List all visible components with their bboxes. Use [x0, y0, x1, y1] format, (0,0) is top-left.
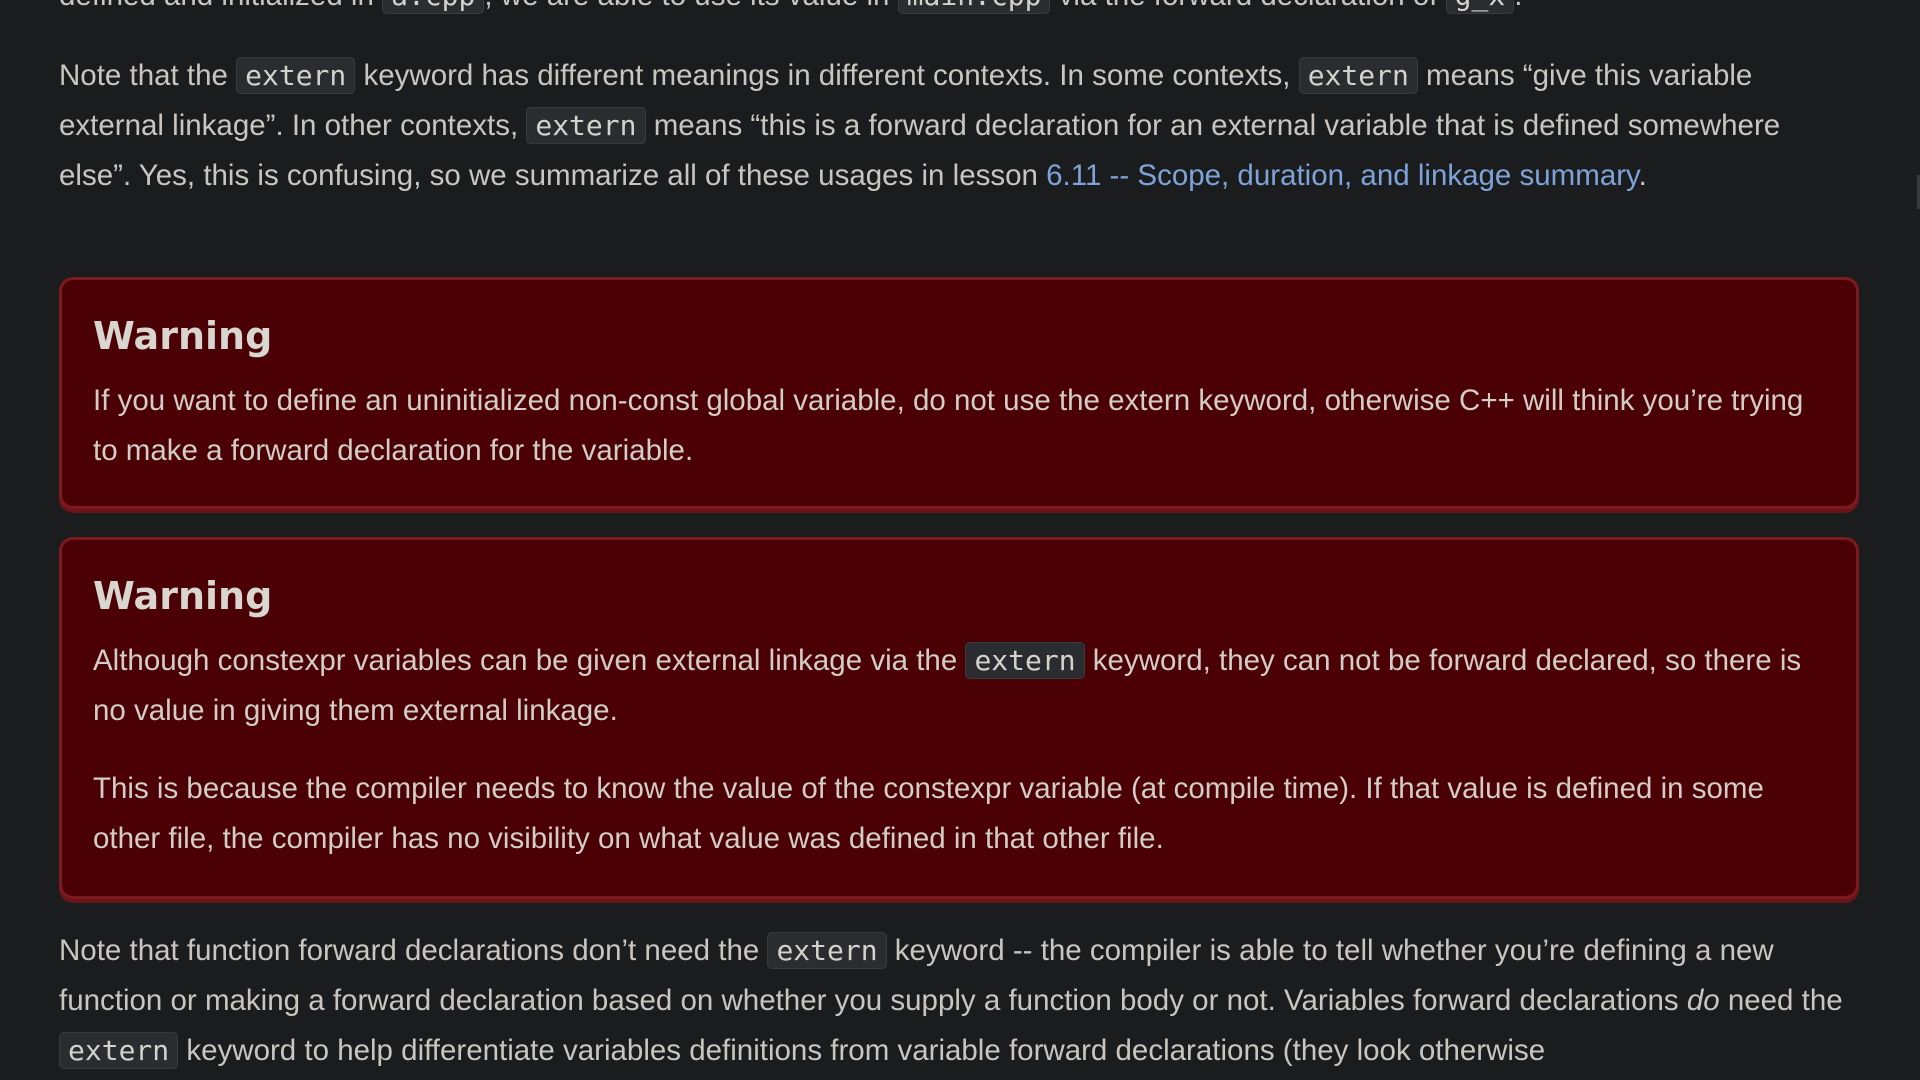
text: . — [1638, 159, 1647, 192]
inline-code: extern — [236, 57, 356, 94]
text: Although constexpr variables can be give… — [93, 644, 966, 677]
inline-code: extern — [526, 107, 646, 144]
emphasis: do — [1686, 984, 1720, 1017]
warning-box: Warning If you want to define an uniniti… — [59, 277, 1859, 509]
inline-code: extern — [767, 932, 887, 969]
warning-body: If you want to define an uninitialized n… — [93, 384, 1804, 467]
inline-code: extern — [59, 1032, 179, 1069]
text: need the — [1719, 984, 1843, 1017]
text: Note that function forward declarations … — [59, 934, 768, 967]
inline-code: extern — [965, 642, 1085, 679]
warning-box: Warning Although constexpr variables can… — [59, 537, 1859, 899]
paragraph-partial-top: defined and initialized in a.cpp, we are… — [59, 0, 1522, 21]
lesson-link[interactable]: 6.11 -- Scope, duration, and linkage sum… — [1046, 159, 1639, 192]
text: via the forward declaration of — [1050, 0, 1445, 12]
warning-title: Warning — [93, 314, 273, 358]
inline-code: a.cpp — [382, 0, 485, 14]
warning-body: This is because the compiler needs to kn… — [93, 772, 1764, 855]
paragraph-function-forward-declarations: Note that function forward declarations … — [59, 926, 1859, 1076]
inline-code: extern — [1298, 57, 1418, 94]
inline-code: g_x — [1445, 0, 1515, 14]
warning-body: Although constexpr variables can be give… — [93, 636, 1825, 736]
text: Note that the — [59, 59, 237, 92]
text: keyword to help differentiate variables … — [178, 1034, 1546, 1067]
text: . — [1514, 0, 1522, 12]
paragraph-extern-meanings: Note that the extern keyword has differe… — [59, 51, 1859, 201]
text: keyword has different meanings in differ… — [355, 59, 1299, 92]
text: , we are able to use its value in — [484, 0, 897, 12]
text: defined and initialized in — [59, 0, 382, 12]
warning-title: Warning — [93, 574, 273, 618]
inline-code: main.cpp — [897, 0, 1051, 14]
